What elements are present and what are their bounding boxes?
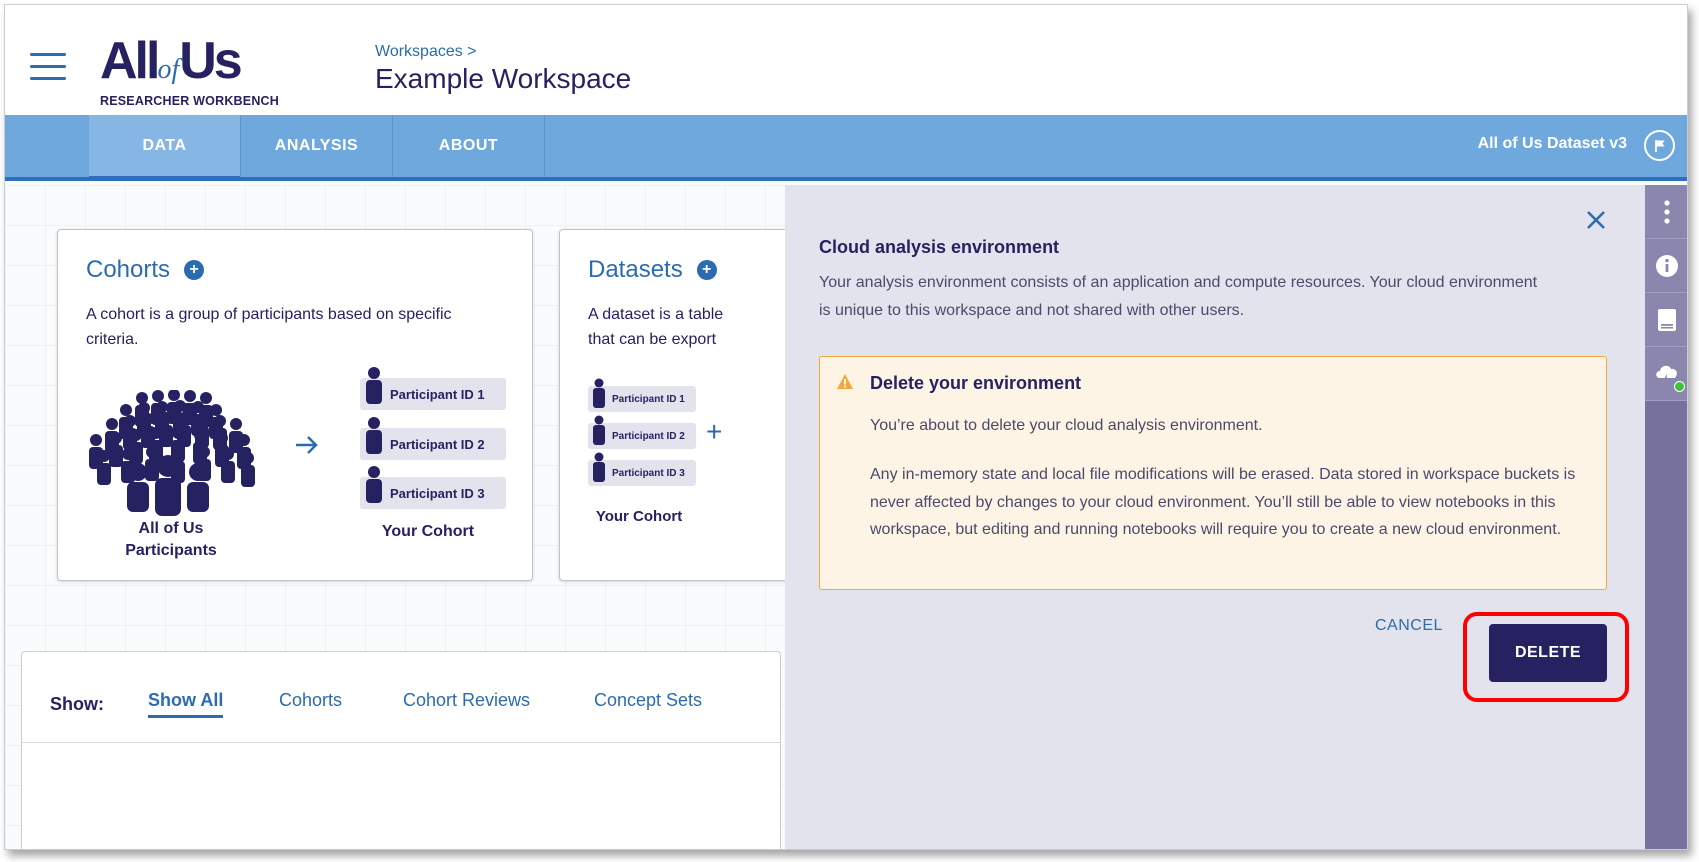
dataset-your-cohort-caption: Your Cohort: [595, 508, 683, 525]
divider: [22, 742, 780, 743]
delete-button[interactable]: DELETE: [1489, 624, 1607, 682]
add-dataset-icon[interactable]: +: [696, 260, 717, 280]
filter-concept-sets[interactable]: Concept Sets: [594, 690, 702, 711]
all-of-us-logo[interactable]: AllofUs RESEARCHER WORKBENCH: [100, 35, 290, 108]
resource-filter-panel: Show: Show All Cohorts Cohort Reviews Co…: [21, 651, 781, 849]
cloud-environment-drawer: Cloud analysis environment Your analysis…: [785, 185, 1645, 849]
header: AllofUs RESEARCHER WORKBENCH Workspaces …: [5, 5, 1687, 115]
side-icon-strip: [1645, 185, 1687, 849]
add-cohort-icon[interactable]: +: [184, 260, 205, 280]
page-title: Example Workspace: [375, 63, 632, 94]
datasets-card-header: Datasets +: [588, 256, 717, 284]
tab-data[interactable]: DATA: [89, 115, 241, 181]
close-icon[interactable]: [1585, 207, 1607, 237]
cloud-lightning-icon[interactable]: [1645, 347, 1687, 401]
breadcrumb[interactable]: Workspaces >: [375, 43, 477, 61]
hamburger-menu-icon[interactable]: [30, 53, 66, 81]
status-indicator-dot: [1674, 381, 1685, 392]
cohorts-card-header: Cohorts +: [86, 256, 205, 284]
filter-cohort-reviews[interactable]: Cohort Reviews: [403, 690, 530, 711]
show-label: Show:: [50, 694, 104, 714]
cohorts-card-title: Cohorts: [86, 256, 171, 283]
dataset-version-label: All of Us Dataset v3: [1477, 135, 1627, 152]
warning-message-1: You’re about to delete your cloud analys…: [870, 417, 1263, 434]
warning-title: Delete your environment: [870, 373, 1082, 393]
warning-icon: [837, 374, 853, 389]
filter-show-all[interactable]: Show All: [148, 690, 224, 718]
cohorts-card: Cohorts + A cohort is a group of partici…: [57, 229, 533, 581]
dataset-person-icons: [593, 378, 605, 482]
datasets-card: Datasets + A dataset is a table that can…: [559, 229, 819, 581]
datasets-card-title: Datasets: [588, 256, 683, 283]
warning-message-2: Any in-memory state and local file modif…: [870, 466, 1576, 538]
all-participants-caption: All of Us Participants: [125, 520, 217, 559]
more-vertical-icon[interactable]: [1645, 185, 1687, 239]
drawer-description: Your analysis environment consists of an…: [819, 274, 1538, 319]
book-icon[interactable]: [1645, 293, 1687, 347]
cancel-button[interactable]: CANCEL: [1375, 617, 1443, 635]
your-cohort-caption: Your Cohort: [381, 523, 475, 540]
participants-crowd-icon: [89, 390, 255, 516]
tab-analysis[interactable]: ANALYSIS: [241, 115, 393, 177]
filter-cohorts[interactable]: Cohorts: [279, 690, 342, 711]
flag-icon[interactable]: [1644, 130, 1675, 161]
dataset-plus-sign: +: [706, 416, 723, 447]
drawer-title: Cloud analysis environment: [819, 237, 1060, 257]
participant-person-icons: [366, 367, 382, 503]
delete-warning-box: Delete your environment You’re about to …: [819, 356, 1607, 590]
info-icon[interactable]: [1645, 239, 1687, 293]
arrow-right-icon: [296, 436, 318, 454]
tab-about[interactable]: ABOUT: [393, 115, 545, 177]
workspace-nav-bar: DATA ANALYSIS ABOUT All of Us Dataset v3: [5, 115, 1687, 181]
cohorts-card-description: A cohort is a group of participants base…: [86, 306, 452, 348]
app-window: AllofUs RESEARCHER WORKBENCH Workspaces …: [4, 4, 1688, 850]
